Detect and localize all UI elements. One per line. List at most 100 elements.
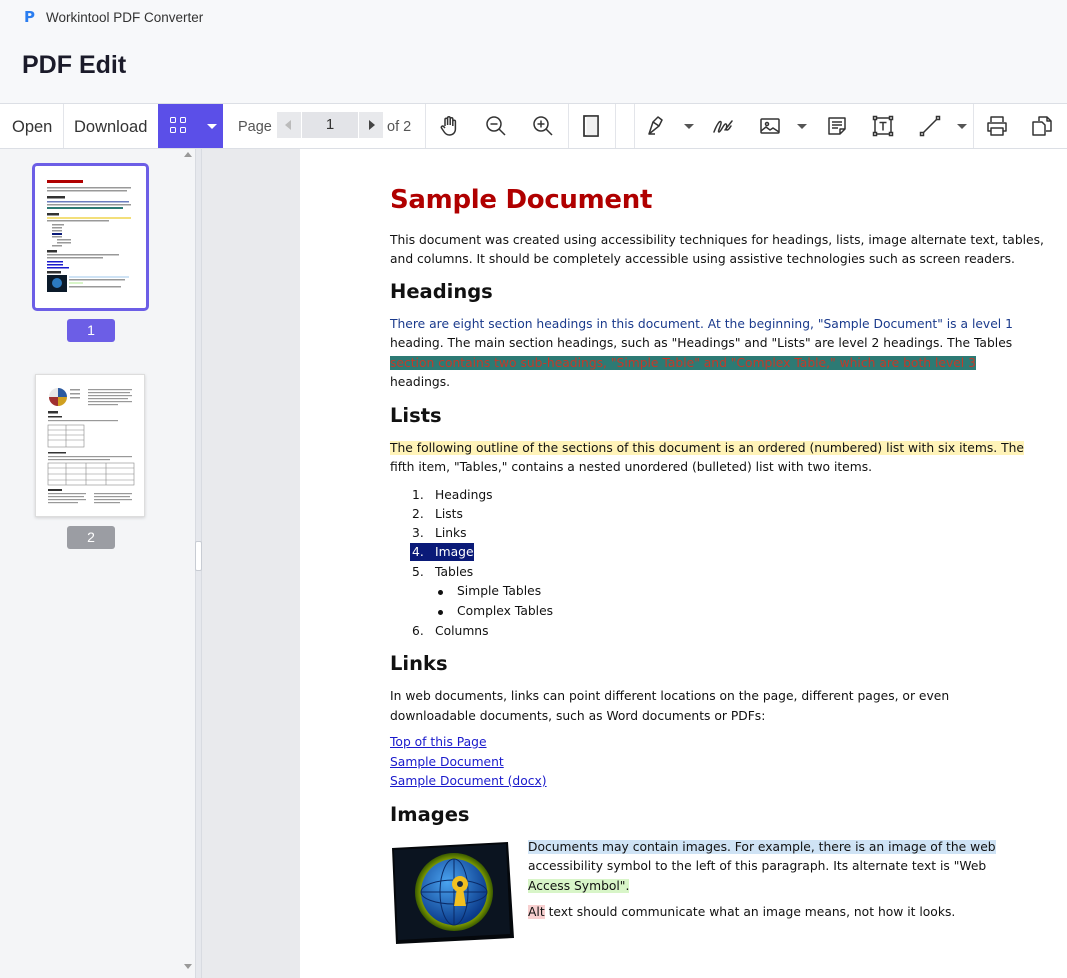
zoom-out-button[interactable]	[478, 104, 514, 148]
list-item: Images	[435, 545, 480, 559]
fit-page-icon	[583, 115, 599, 137]
highlighter-icon	[648, 116, 663, 135]
copy-icon	[1032, 116, 1052, 136]
thumbnail-view-button[interactable]	[158, 104, 223, 148]
scroll-down-icon[interactable]	[184, 964, 192, 969]
page-count-label: of 2	[387, 119, 412, 135]
highlighted-text: section contains two sub-headings, "Simp…	[390, 356, 976, 370]
link-sample-document-docx[interactable]: Sample Document (docx)	[390, 772, 547, 792]
hand-icon	[440, 116, 457, 136]
chevron-down-icon[interactable]	[957, 124, 967, 129]
headings-paragraph-line: There are eight section headings in this…	[390, 317, 1013, 331]
sidebar-scrollbar[interactable]	[181, 149, 195, 978]
copy-button[interactable]	[1024, 104, 1060, 148]
line-tool-button[interactable]	[912, 104, 948, 148]
chevron-down-icon[interactable]	[797, 124, 807, 129]
image-icon	[760, 118, 780, 134]
highlighted-text: Documents may contain images. For exampl…	[528, 840, 996, 854]
sub-list-item: Simple Tables	[457, 584, 542, 598]
text-box-button[interactable]	[865, 104, 901, 148]
page-number-badge[interactable]: 1	[67, 319, 115, 342]
note-icon	[828, 117, 846, 135]
zoom-in-icon	[533, 116, 553, 136]
link-sample-document[interactable]: Sample Document	[390, 753, 504, 773]
page-title: PDF Edit	[22, 51, 127, 79]
images-paragraph-line: Access Symbol".	[528, 877, 630, 897]
toolbar-divider	[615, 104, 616, 148]
page-thumbnail-1[interactable]	[32, 163, 149, 311]
thumbnail-preview	[47, 388, 135, 504]
insert-image-button[interactable]	[752, 104, 788, 148]
images-paragraph-line: accessibility symbol to the left of this…	[528, 859, 987, 873]
list-item-number: 5.	[412, 565, 424, 579]
scroll-up-icon[interactable]	[184, 152, 192, 157]
text-box-icon	[872, 115, 894, 137]
list-item: Tables	[435, 565, 474, 579]
section-heading-lists: Lists	[390, 404, 442, 427]
chevron-down-icon[interactable]	[684, 124, 694, 129]
download-button[interactable]: Download	[74, 104, 147, 148]
open-button[interactable]: Open	[12, 104, 52, 148]
splitter-handle[interactable]	[195, 541, 202, 571]
lists-paragraph-line: fifth item, "Tables," contains a nested …	[390, 460, 873, 474]
list-item-number: 4.	[412, 545, 424, 559]
list-item: Links	[435, 526, 467, 540]
list-item: Columns	[435, 624, 489, 638]
highlighter-button[interactable]	[639, 104, 675, 148]
bullet-icon	[438, 610, 443, 615]
highlighted-text: The following outline of the sections of…	[390, 441, 1024, 455]
page-thumbnail-2[interactable]	[35, 374, 145, 517]
section-heading-headings: Headings	[390, 280, 493, 303]
toolbar-divider	[425, 104, 426, 148]
zoom-out-icon	[486, 116, 506, 136]
sub-list-item: Complex Tables	[457, 604, 554, 618]
hand-tool-button[interactable]	[431, 104, 467, 148]
headings-paragraph-line: section contains two sub-headings, "Simp…	[390, 354, 976, 374]
title-bar: P Workintool PDF Converter	[0, 0, 1067, 34]
next-page-button[interactable]	[359, 112, 383, 138]
fit-page-button[interactable]	[573, 104, 609, 148]
list-item: Lists	[435, 507, 463, 521]
app-logo-icon: P	[24, 8, 35, 26]
print-icon	[987, 116, 1007, 136]
chevron-down-icon[interactable]	[207, 124, 217, 129]
toolbar-divider	[568, 104, 569, 148]
intro-paragraph-line: This document was created using accessib…	[390, 233, 1044, 247]
document-title: Sample Document	[390, 185, 653, 215]
list-item: Headings	[435, 488, 493, 502]
links-paragraph-line: In web documents, links can point differ…	[390, 689, 950, 703]
header: PDF Edit	[0, 34, 1067, 103]
line-icon	[919, 115, 941, 137]
page-number-badge[interactable]: 2	[67, 526, 115, 549]
app-name: Workintool PDF Converter	[46, 9, 204, 25]
signature-icon	[713, 120, 733, 133]
toolbar-divider	[63, 104, 64, 148]
print-button[interactable]	[979, 104, 1015, 148]
bullet-icon	[438, 590, 443, 595]
web-access-symbol-image	[388, 840, 518, 946]
page-label: Page	[238, 119, 272, 135]
grid-icon	[170, 117, 188, 135]
headings-paragraph-line: headings.	[390, 375, 451, 389]
images-paragraph-line: Documents may contain images. For exampl…	[528, 838, 996, 858]
prev-page-button[interactable]	[277, 112, 301, 138]
lists-paragraph-line: The following outline of the sections of…	[390, 439, 1024, 459]
highlighted-text: Alt	[528, 905, 545, 919]
thumbnail-preview	[47, 180, 131, 292]
toolbar-divider	[634, 104, 635, 148]
current-page-input[interactable]: 1	[301, 112, 359, 138]
list-item-number: 2.	[412, 507, 424, 521]
intro-paragraph-line: and columns. It should be completely acc…	[390, 252, 1015, 266]
link-top-of-page[interactable]: Top of this Page	[390, 733, 487, 753]
signature-button[interactable]	[705, 104, 741, 148]
list-item-number: 1.	[412, 488, 424, 502]
note-button[interactable]	[819, 104, 855, 148]
page-navigator: 1	[277, 112, 383, 138]
highlighted-text: Access Symbol".	[528, 879, 630, 893]
section-heading-images: Images	[390, 803, 470, 826]
links-paragraph-line: downloadable documents, such as Word doc…	[390, 709, 766, 723]
headings-paragraph-line: heading. The main section headings, such…	[390, 336, 1013, 350]
zoom-in-button[interactable]	[525, 104, 561, 148]
list-item-number: 6.	[412, 624, 424, 638]
section-heading-links: Links	[390, 652, 448, 675]
